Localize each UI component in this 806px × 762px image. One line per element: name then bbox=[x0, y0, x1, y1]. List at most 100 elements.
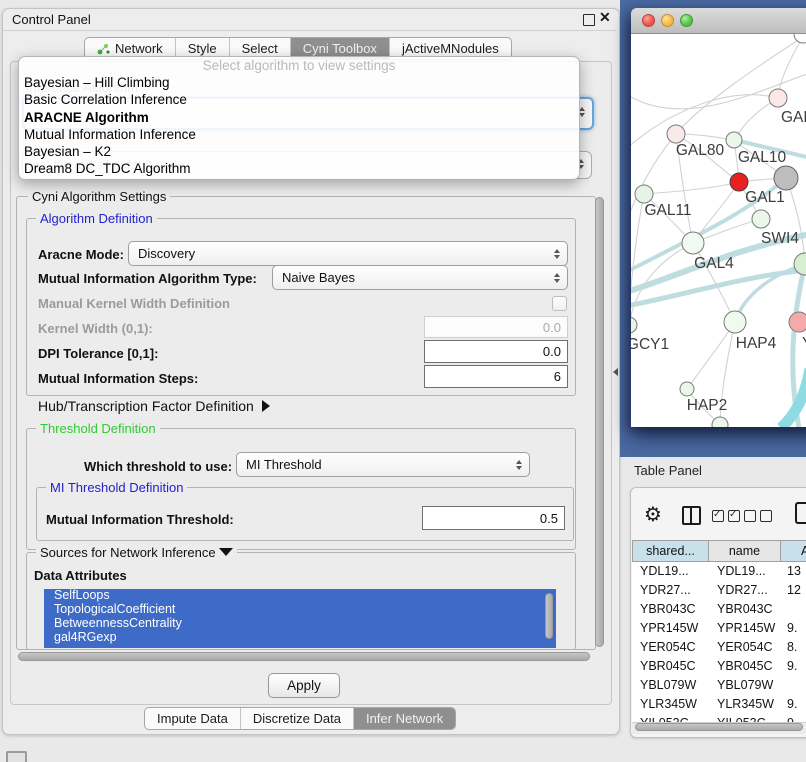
mi-threshold-field[interactable]: 0.5 bbox=[422, 506, 565, 530]
table-cell: YDL19... bbox=[632, 562, 709, 581]
network-canvas[interactable]: GAL7 GAL80 GAL10 GAL1 GAL11 SWI4 GAL4 GC… bbox=[631, 34, 806, 427]
algorithm-dropdown-popup: Select algorithm to view settings Bayesi… bbox=[18, 56, 580, 180]
algorithm-option[interactable]: Bayesian – K2 bbox=[19, 143, 579, 160]
table-row[interactable]: YBR045CYBR045C9. bbox=[632, 657, 806, 676]
splitter-collapse-icon[interactable] bbox=[613, 368, 618, 376]
list-scrollbar-thumb[interactable] bbox=[545, 593, 553, 639]
dpi-tolerance-label: DPI Tolerance [0,1]: bbox=[38, 346, 158, 361]
threshold-definition-title: Threshold Definition bbox=[36, 421, 160, 436]
which-threshold-combobox[interactable]: MI Threshold bbox=[236, 452, 530, 477]
table-row[interactable]: YDL19...YDL19...13 bbox=[632, 562, 806, 581]
network-icon bbox=[97, 43, 110, 55]
table-cell: 13 bbox=[781, 562, 806, 581]
settings-group-title: Cyni Algorithm Settings bbox=[28, 189, 170, 204]
table-cell: 9. bbox=[781, 695, 806, 714]
column-header-name[interactable]: name bbox=[709, 540, 781, 562]
node-gal4 bbox=[682, 232, 704, 254]
table-cell: YIL053C bbox=[632, 714, 709, 722]
network-window-titlebar[interactable] bbox=[631, 8, 806, 34]
node-label: GAL4 bbox=[694, 255, 734, 272]
attribute-list-item[interactable]: SelfLoops bbox=[44, 589, 556, 603]
node-label: GAL80 bbox=[676, 142, 725, 159]
minimize-traffic-light-icon[interactable] bbox=[661, 14, 674, 27]
settings-vertical-scrollbar[interactable] bbox=[595, 197, 604, 647]
table-cell: YDL19... bbox=[709, 562, 781, 581]
mi-type-combobox[interactable]: Naive Bayes bbox=[272, 265, 568, 290]
mi-steps-field[interactable]: 6 bbox=[424, 365, 568, 388]
deselect-all-columns-icon[interactable] bbox=[744, 509, 776, 527]
node-label: HAP2 bbox=[687, 397, 728, 414]
node-gray bbox=[774, 166, 798, 190]
collapsed-arrow-icon bbox=[262, 400, 270, 412]
table-row[interactable]: YLR345WYLR345W9. bbox=[632, 695, 806, 714]
node-label: HAP4 bbox=[736, 335, 777, 352]
table-row[interactable]: YER054CYER054C8. bbox=[632, 638, 806, 657]
table-row[interactable]: YDR27...YDR27...12 bbox=[632, 581, 806, 600]
table-body[interactable]: YDL19...YDL19...13YDR27...YDR27...12YBR0… bbox=[632, 562, 806, 722]
sources-group-title[interactable]: Sources for Network Inference bbox=[36, 545, 237, 560]
attribute-list-item[interactable]: gal4RGexp bbox=[44, 631, 556, 645]
dpi-tolerance-field[interactable]: 0.0 bbox=[424, 340, 568, 363]
dropdown-placeholder: Select algorithm to view settings bbox=[19, 58, 579, 74]
table-cell: 9. bbox=[781, 657, 806, 676]
table-cell: YBL079W bbox=[709, 676, 781, 695]
float-window-icon[interactable] bbox=[583, 14, 595, 26]
table-row[interactable]: YBL079WYBL079W bbox=[632, 676, 806, 695]
aracne-mode-combobox[interactable]: Discovery bbox=[128, 241, 568, 266]
table-row[interactable]: YIL053CYIL053C9. bbox=[632, 714, 806, 722]
table-cell: YBR043C bbox=[632, 600, 709, 619]
node-salmon bbox=[789, 312, 806, 332]
network-view-window[interactable]: GAL7 GAL80 GAL10 GAL1 GAL11 SWI4 GAL4 GC… bbox=[631, 8, 806, 427]
zoom-traffic-light-icon[interactable] bbox=[680, 14, 693, 27]
tab-discretize-data[interactable]: Discretize Data bbox=[240, 708, 353, 729]
close-traffic-light-icon[interactable] bbox=[642, 14, 655, 27]
algorithm-option[interactable]: Mutual Information Inference bbox=[19, 126, 579, 143]
close-icon[interactable]: ✕ bbox=[599, 9, 611, 26]
columns-icon[interactable] bbox=[682, 506, 701, 525]
tab-infer-network[interactable]: Infer Network bbox=[353, 708, 455, 729]
algorithm-option[interactable]: Basic Correlation Inference bbox=[19, 91, 579, 108]
column-header-shared-name[interactable]: shared... bbox=[632, 540, 709, 562]
table-cell: YLR345W bbox=[709, 695, 781, 714]
kernel-width-field[interactable]: 0.0 bbox=[424, 316, 568, 338]
node-gal7 bbox=[769, 89, 787, 107]
attribute-list-item[interactable]: BetweennessCentrality bbox=[44, 617, 556, 631]
apply-button[interactable]: Apply bbox=[268, 673, 340, 698]
settings-horizontal-scrollbar[interactable] bbox=[18, 652, 590, 661]
select-all-columns-icon[interactable] bbox=[712, 509, 744, 527]
table-cell: YBL079W bbox=[632, 676, 709, 695]
table-row[interactable]: YBR043CYBR043C bbox=[632, 600, 806, 619]
table-cell: YBR045C bbox=[709, 657, 781, 676]
column-header-partial[interactable]: A bbox=[781, 540, 806, 562]
kernel-width-label: Kernel Width (0,1): bbox=[38, 321, 153, 336]
algorithm-option[interactable]: Dream8 DC_TDC Algorithm bbox=[19, 160, 579, 177]
table-row[interactable]: YPR145WYPR145W9. bbox=[632, 619, 806, 638]
table-cell: YBR043C bbox=[709, 600, 781, 619]
attribute-list-item[interactable]: TopologicalCoefficient bbox=[44, 603, 556, 617]
table-hscroll-thumb[interactable] bbox=[635, 723, 803, 731]
manual-kernel-checkbox[interactable] bbox=[552, 296, 567, 311]
node-cut-bottom bbox=[712, 417, 728, 427]
node-label: SWI4 bbox=[761, 230, 799, 247]
table-cell: YBR045C bbox=[632, 657, 709, 676]
table-cell: 8. bbox=[781, 638, 806, 657]
node-gal80 bbox=[667, 125, 685, 143]
algorithm-option[interactable]: ARACNE Algorithm bbox=[19, 109, 579, 126]
table-cell: 9. bbox=[781, 714, 806, 722]
data-attributes-label: Data Attributes bbox=[34, 568, 127, 583]
node-hap2 bbox=[680, 382, 694, 396]
tab-impute-data[interactable]: Impute Data bbox=[145, 708, 240, 729]
node-swi4 bbox=[752, 210, 770, 228]
node-gal11 bbox=[635, 185, 653, 203]
gear-icon[interactable]: ⚙ bbox=[644, 502, 662, 526]
collapsed-panel-icon[interactable] bbox=[6, 751, 27, 762]
data-attributes-list[interactable]: SelfLoopsTopologicalCoefficientBetweenne… bbox=[44, 589, 556, 648]
which-threshold-label: Which threshold to use: bbox=[84, 459, 232, 474]
node-label: GAL1 bbox=[745, 189, 785, 206]
node-label: GAL7 bbox=[781, 109, 806, 126]
hub-definition-toggle[interactable]: Hub/Transcription Factor Definition bbox=[38, 398, 270, 414]
algorithm-option[interactable]: Bayesian – Hill Climbing bbox=[19, 74, 579, 91]
mi-threshold-group-title: MI Threshold Definition bbox=[46, 480, 187, 495]
algorithm-option-list: Bayesian – Hill ClimbingBasic Correlatio… bbox=[19, 74, 579, 178]
new-table-icon[interactable] bbox=[795, 502, 806, 524]
